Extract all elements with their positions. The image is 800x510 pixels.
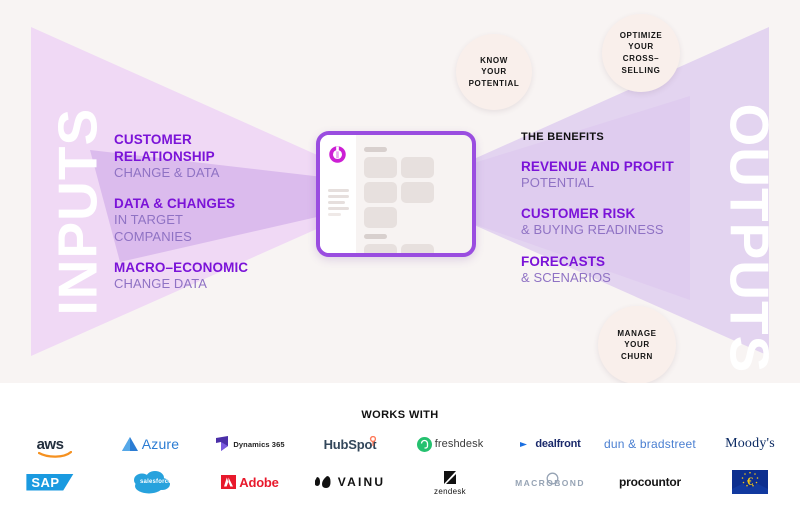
aws-swoosh-icon	[37, 450, 72, 458]
inputs-side-label: INPUTS	[46, 107, 109, 316]
benefit-subline: POTENTIAL	[521, 175, 595, 190]
partner-logo-dun-bradstreet[interactable]: dun & bradstreet	[600, 429, 700, 459]
benefit-headline: REVENUE AND PROFIT	[521, 159, 674, 174]
partner-logo-aws[interactable]: aws	[0, 429, 100, 459]
input-item-data-changes: DATA & CHANGES IN TARGET COMPANIES	[114, 195, 314, 245]
infographic-root: INPUTS OUTPUTS KNOW YOUR POTENTIAL OPTIM…	[0, 0, 800, 510]
input-subline: CHANGE & DATA	[114, 165, 220, 180]
input-item-customer-relationship: CUSTOMER RELATIONSHIP CHANGE & DATA	[114, 131, 314, 181]
partner-logo-row-1: aws Azure Dynamics 365 HubSpot freshdesk…	[0, 429, 800, 459]
partner-label: Moody's	[725, 436, 775, 451]
partner-logo-azure[interactable]: Azure	[100, 429, 200, 459]
dashboard-tile[interactable]	[401, 182, 434, 203]
macrobond-ring-icon	[546, 472, 559, 485]
input-item-macro-economic: MACRO–ECONOMIC CHANGE DATA	[114, 259, 314, 292]
dashboard-tile[interactable]	[364, 207, 397, 228]
partner-label: Dynamics 365	[233, 439, 285, 449]
input-subline: CHANGE DATA	[114, 276, 208, 292]
partner-logo-dealfront[interactable]: dealfront	[500, 429, 600, 459]
partner-logo-freshdesk[interactable]: freshdesk	[400, 429, 500, 459]
dashboard-content	[364, 147, 463, 253]
dashboard-tile-group-1	[364, 157, 463, 228]
partner-logo-macrobond[interactable]: MACROBOND	[500, 467, 600, 497]
dashboard-tile[interactable]	[364, 157, 397, 178]
benefit-headline: CUSTOMER RISK	[521, 206, 636, 222]
azure-icon	[121, 437, 138, 451]
adobe-icon	[221, 475, 237, 489]
benefit-item-revenue-and-profit: REVENUE AND PROFIT POTENTIAL	[521, 158, 711, 191]
svg-text:€: €	[747, 474, 753, 488]
partner-label: SAP	[26, 473, 74, 491]
partner-label: Adobe	[239, 474, 279, 490]
outputs-side-label: OUTPUTS	[718, 103, 781, 374]
bubble-manage-your-churn: MANAGE YOUR CHURN	[598, 306, 676, 383]
works-with-heading: WORKS WITH	[361, 409, 439, 421]
input-headline: CUSTOMER RELATIONSHIP	[114, 132, 215, 164]
partners-panel: WORKS WITH aws Azure Dynamics 365 HubSpo…	[0, 383, 800, 510]
partner-label: freshdesk	[434, 438, 484, 450]
dashboard-tile-group-2	[364, 244, 463, 253]
partner-logo-dynamics-365[interactable]: Dynamics 365	[200, 429, 300, 459]
partner-label: Azure	[141, 436, 180, 452]
dashboard-section-label	[364, 234, 387, 239]
product-dashboard-mock[interactable]	[316, 131, 476, 257]
input-headline: MACRO–ECONOMIC	[114, 260, 249, 276]
partner-label: VAINU	[337, 475, 386, 489]
benefit-subline: & BUYING READINESS	[521, 222, 664, 238]
dashboard-tile[interactable]	[364, 182, 397, 203]
partner-label: dealfront	[535, 438, 581, 450]
benefit-item-forecasts: FORECASTS & SCENARIOS	[521, 253, 711, 286]
benefit-item-customer-risk: CUSTOMER RISK & BUYING READINESS	[521, 205, 711, 238]
partner-logo-european-central-bank[interactable]: €	[700, 467, 800, 497]
partner-logo-vainu[interactable]: VAINU	[300, 467, 400, 497]
partner-logo-row-2: SAP salesforce Adobe VAINU zendesk MACRO…	[0, 467, 800, 497]
dashboard-section-label	[364, 147, 387, 152]
input-headline: DATA & CHANGES	[114, 196, 236, 212]
partner-label: zendesk	[434, 486, 466, 496]
partner-logo-hubspot[interactable]: HubSpot	[300, 429, 400, 459]
european-central-bank-icon: €	[732, 470, 768, 494]
bubble-text: OPTIMIZE YOUR CROSS– SELLING	[619, 30, 663, 75]
partner-logo-zendesk[interactable]: zendesk	[400, 467, 500, 497]
benefit-headline: FORECASTS	[521, 253, 606, 269]
dashboard-tile[interactable]	[401, 157, 434, 178]
partner-label: procountor	[619, 475, 681, 489]
dashboard-sidebar-lines	[328, 189, 349, 219]
partner-label: salesforce	[140, 479, 172, 485]
partner-logo-salesforce[interactable]: salesforce	[100, 467, 200, 497]
partner-label: dun & bradstreet	[604, 437, 696, 451]
input-subline: IN TARGET COMPANIES	[114, 212, 192, 244]
dynamics-icon	[216, 436, 229, 451]
bubble-text: MANAGE YOUR CHURN	[617, 328, 657, 361]
dealfront-arrow-icon	[520, 441, 528, 447]
benefit-subline: & SCENARIOS	[521, 269, 611, 285]
inputs-list: CUSTOMER RELATIONSHIP CHANGE & DATA DATA…	[114, 131, 314, 293]
vainu-icon	[314, 475, 331, 488]
hubspot-sprocket-icon	[370, 436, 377, 446]
partner-logo-sap[interactable]: SAP	[0, 467, 100, 497]
partner-logo-moodys[interactable]: Moody's	[700, 429, 800, 459]
diagram-panel: INPUTS OUTPUTS KNOW YOUR POTENTIAL OPTIM…	[0, 0, 800, 383]
bubble-optimize-cross-selling: OPTIMIZE YOUR CROSS– SELLING	[602, 14, 680, 92]
partner-logo-procountor[interactable]: procountor	[600, 467, 700, 497]
partner-logo-adobe[interactable]: Adobe	[200, 467, 300, 497]
freshdesk-icon	[416, 436, 432, 452]
dashboard-tile[interactable]	[364, 244, 397, 253]
ring-notch-logo-icon	[329, 146, 346, 163]
bubble-know-your-potential: KNOW YOUR POTENTIAL	[456, 34, 532, 110]
zendesk-icon	[444, 470, 456, 484]
dashboard-tile[interactable]	[401, 244, 434, 253]
benefits-list: THE BENEFITS REVENUE AND PROFIT POTENTIA…	[521, 131, 711, 286]
bubble-text: KNOW YOUR POTENTIAL	[468, 55, 520, 88]
benefits-heading: THE BENEFITS	[521, 131, 605, 143]
